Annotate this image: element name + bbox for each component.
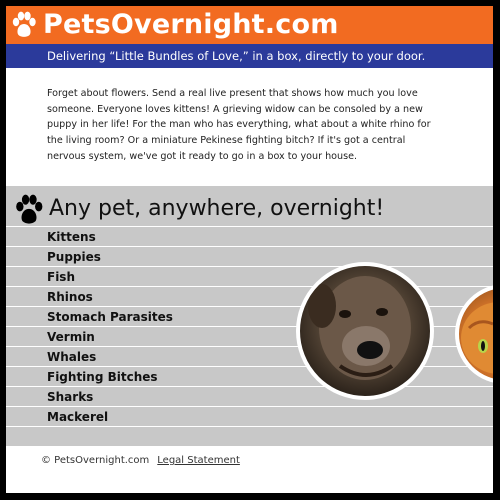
site-header: PetsOvernight.com xyxy=(6,6,493,44)
pet-item-whales[interactable]: Whales xyxy=(47,347,96,367)
copyright-text: © PetsOvernight.com xyxy=(41,455,150,466)
footer: © PetsOvernight.com Legal Statement xyxy=(41,454,240,468)
pet-item-mackerel[interactable]: Mackerel xyxy=(47,407,108,427)
site-title[interactable]: PetsOvernight.com xyxy=(43,8,339,42)
pet-item-fish[interactable]: Fish xyxy=(47,267,75,287)
page-frame: PetsOvernight.com Delivering “Little Bun… xyxy=(6,6,493,493)
pet-item-rhinos[interactable]: Rhinos xyxy=(47,287,93,307)
legal-statement-link[interactable]: Legal Statement xyxy=(157,455,240,466)
paw-print-icon xyxy=(12,11,36,37)
pet-item-vermin[interactable]: Vermin xyxy=(47,327,95,347)
section-heading: Any pet, anywhere, overnight! xyxy=(49,196,385,221)
tagline-bar: Delivering “Little Bundles of Love,” in … xyxy=(6,44,493,68)
pet-item-kittens[interactable]: Kittens xyxy=(47,227,96,247)
dog-face-illustration xyxy=(308,276,411,380)
intro-paragraph: Forget about flowers. Send a real live p… xyxy=(47,88,431,162)
pet-item-sharks[interactable]: Sharks xyxy=(47,387,93,407)
pet-item-puppies[interactable]: Puppies xyxy=(47,247,101,267)
tagline: Delivering “Little Bundles of Love,” in … xyxy=(47,49,426,63)
divider xyxy=(6,266,493,267)
pet-item-fighting-bitches[interactable]: Fighting Bitches xyxy=(47,367,158,387)
paw-print-icon xyxy=(16,194,43,224)
divider xyxy=(6,426,493,427)
pet-item-stomach-parasites[interactable]: Stomach Parasites xyxy=(47,307,173,327)
dog-photo xyxy=(296,262,434,400)
